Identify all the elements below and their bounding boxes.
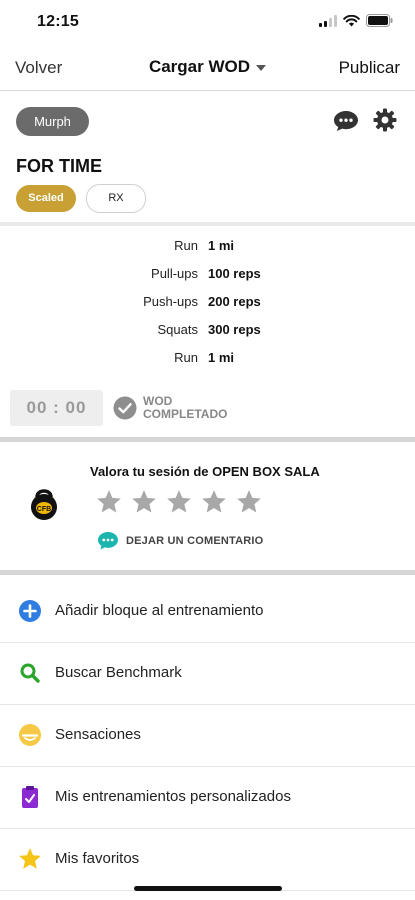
wod-header: Murph FOR TIME Scaled RX [0,92,415,222]
session-rating: CFB Valora tu sesión de OPEN BOX SALA DE… [0,445,415,570]
exercise-amount: 200 reps [208,294,261,309]
menu-item-custom-workouts[interactable]: Mis entrenamientos personalizados [0,766,415,829]
exercise-name: Pull-ups [151,266,198,281]
wod-type-title: FOR TIME [16,156,102,176]
menu-item-label: Añadir bloque al entrenamiento [55,602,264,619]
menu-item-add-block[interactable]: Añadir bloque al entrenamiento [0,580,415,643]
section-divider [0,222,415,226]
exercise-name: Squats [157,322,198,337]
navigation-bar: Volver Cargar WOD Publicar [0,44,415,91]
chevron-down-icon [256,64,267,71]
svg-text:CFB: CFB [37,506,51,513]
exercise-row: Run 1 mi [0,238,415,258]
exercise-name: Push-ups [143,294,198,309]
publish-button[interactable]: Publicar [339,58,400,78]
star-icon[interactable] [166,489,192,515]
exercise-amount: 300 reps [208,322,261,337]
signal-icon [319,14,337,27]
status-icons [319,14,393,27]
star-icon[interactable] [96,489,122,515]
check-circle-icon [113,396,137,420]
exercise-amount: 100 reps [208,266,261,281]
star-icon [19,848,41,869]
exercise-amount: 1 mi [208,350,235,365]
wod-name-badge: Murph [16,107,89,136]
rx-button[interactable]: RX [86,184,146,213]
wod-completed-label: WOD COMPLETADO [143,394,228,421]
exercise-row: Pull-ups 100 reps [0,266,415,286]
status-bar: 12:15 [0,0,415,44]
section-divider [0,570,415,575]
wod-completed-toggle[interactable]: WOD COMPLETADO [113,395,227,421]
wifi-icon [343,14,360,26]
exercise-name: Run [174,350,198,365]
comment-bubble-icon [98,532,118,550]
exercise-name: Run [174,238,198,253]
star-icon[interactable] [236,489,262,515]
status-time: 12:15 [37,13,79,30]
nav-title: Cargar WOD [148,57,251,76]
leave-comment-button[interactable]: DEJAR UN COMENTARIO [97,531,263,551]
exercise-row: Push-ups 200 reps [0,294,415,314]
menu-item-search-benchmark[interactable]: Buscar Benchmark [0,642,415,705]
timer-display[interactable]: 00 : 00 [10,390,103,426]
menu-item-label: Sensaciones [55,726,141,743]
home-indicator [134,886,282,891]
clipboard-icon [22,786,38,808]
menu-item-label: Buscar Benchmark [55,664,182,681]
battery-icon [366,14,393,27]
star-icon[interactable] [201,489,227,515]
scaled-button[interactable]: Scaled [16,185,76,212]
exercise-amount: 1 mi [208,238,235,253]
search-icon [20,663,40,683]
plus-circle-icon [19,600,41,622]
star-rating [96,489,262,515]
gear-icon[interactable] [373,108,397,132]
menu-item-label: Mis favoritos [55,850,140,867]
emoji-icon [19,724,41,746]
exercise-row: Squats 300 reps [0,322,415,342]
section-divider [0,437,415,442]
menu-item-label: Mis entrenamientos personalizados [55,788,291,805]
star-icon[interactable] [131,489,157,515]
kettlebell-logo-icon: CFB [31,489,57,520]
exercise-row: Run 1 mi [0,350,415,370]
chat-icon[interactable] [333,110,359,132]
rating-title: Valora tu sesión de OPEN BOX SALA [90,464,320,479]
menu-item-sensations[interactable]: Sensaciones [0,704,415,767]
menu-item-favorites[interactable]: Mis favoritos [0,828,415,891]
leave-comment-label: DEJAR UN COMENTARIO [126,535,264,547]
